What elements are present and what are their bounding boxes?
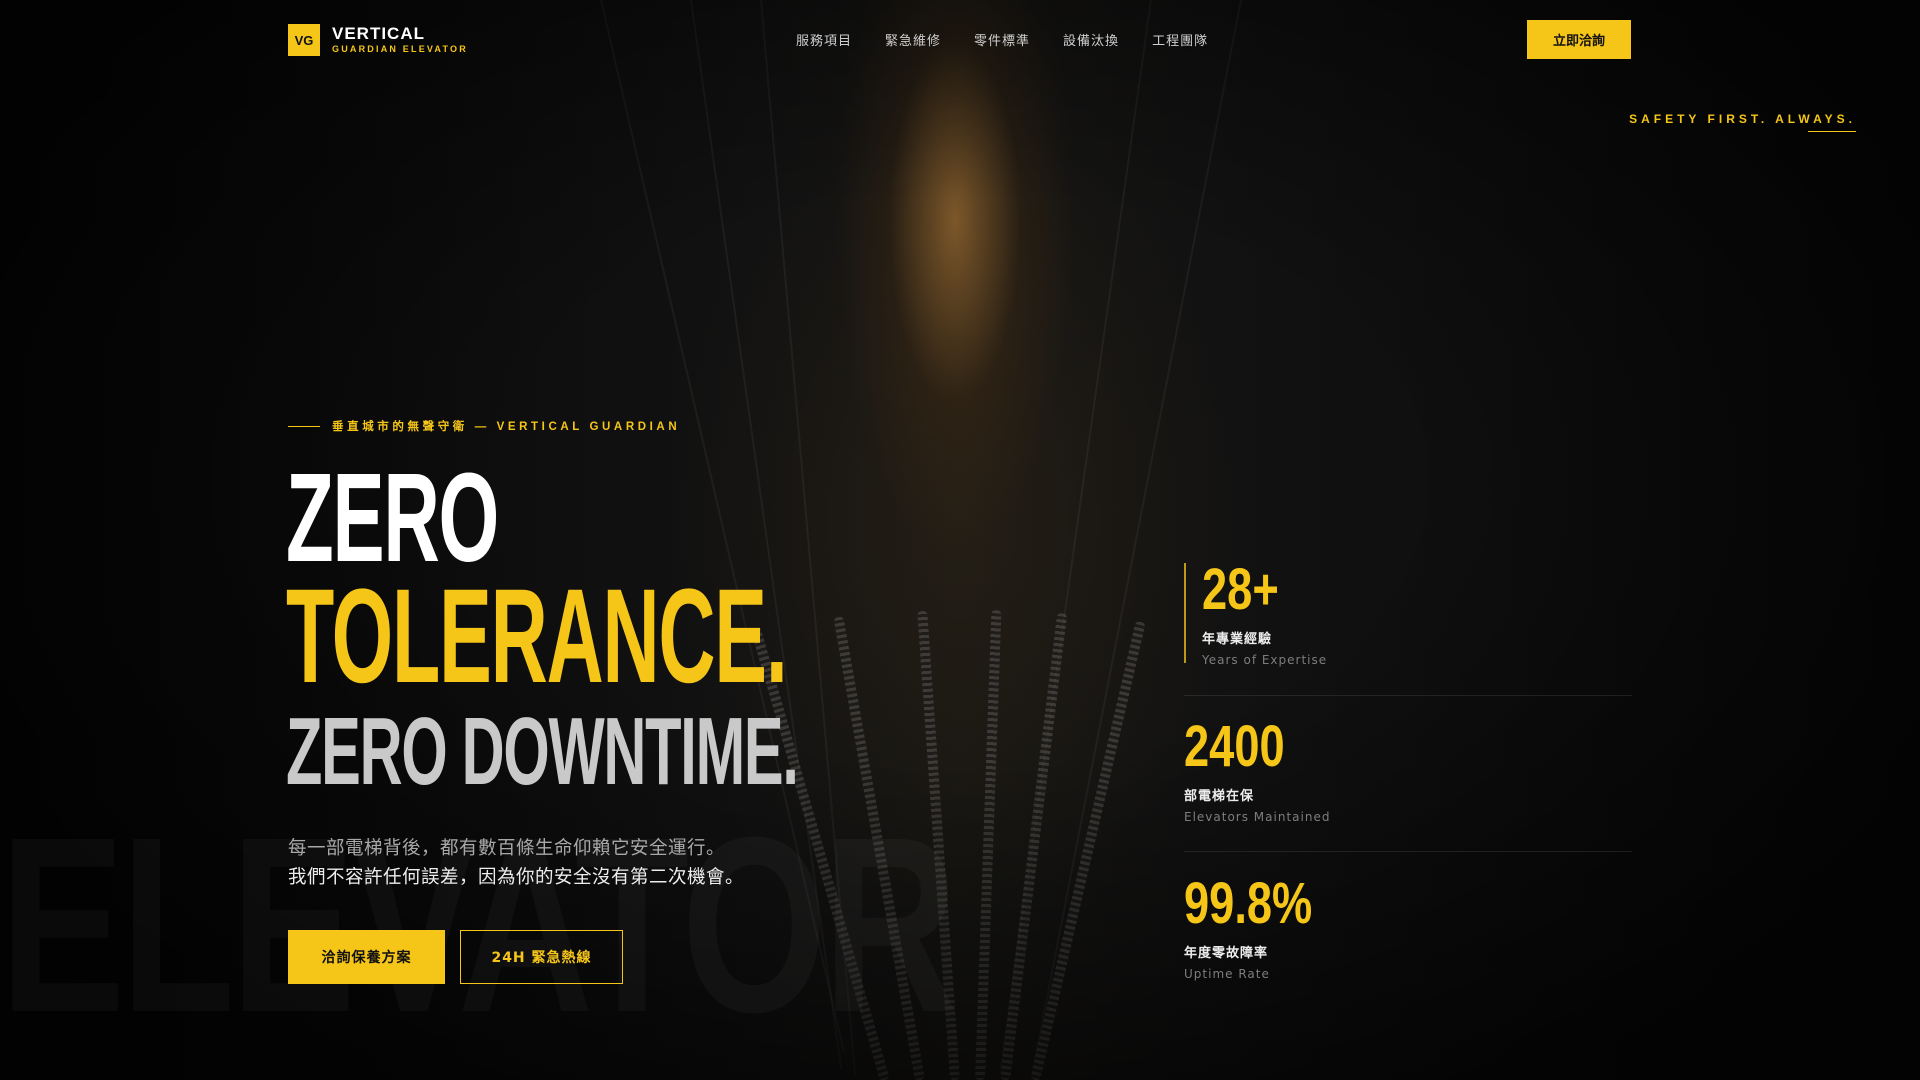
logo-badge: VG — [288, 24, 320, 56]
headline-line-2: TOLERANCE. — [286, 562, 788, 711]
brand-logo[interactable]: VG VERTICAL GUARDIAN ELEVATOR — [288, 24, 468, 56]
stat-uptime: 99.8% 年度零故障率 Uptime Rate — [1184, 871, 1632, 982]
stat-label-en: Years of Expertise — [1202, 653, 1328, 667]
stat-accent-bar — [1184, 563, 1186, 663]
tagline-underline — [1808, 131, 1856, 132]
description-line-1: 每一部電梯背後，都有數百條生命仰賴它安全運行。 — [288, 838, 726, 859]
main-nav: 服務項目 緊急維修 零件標準 設備汰換 工程團隊 — [796, 30, 1208, 49]
stat-label-en: Uptime Rate — [1184, 967, 1270, 981]
stat-label-zh: 部電梯在保 — [1184, 789, 1255, 804]
nav-item-parts-standards[interactable]: 零件標準 — [974, 30, 1030, 49]
stat-label-zh: 年度零故障率 — [1184, 946, 1269, 961]
tagline: SAFETY FIRST. ALWAYS. — [1629, 112, 1856, 126]
stat-label-zh: 年專業經驗 — [1202, 632, 1273, 647]
nav-item-emergency-repair[interactable]: 緊急維修 — [885, 30, 941, 49]
stat-value: 28+ — [1202, 557, 1279, 622]
nav-item-engineering-team[interactable]: 工程團隊 — [1152, 30, 1208, 49]
hero-description: 每一部電梯背後，都有數百條生命仰賴它安全運行。 我們不容許任何誤差，因為你的安全… — [288, 834, 744, 892]
stat-elevators: 2400 部電梯在保 Elevators Maintained — [1184, 714, 1632, 825]
description-line-2: 我們不容許任何誤差，因為你的安全沒有第二次機會。 — [288, 867, 745, 888]
stat-divider — [1184, 695, 1632, 696]
logo-title: VERTICAL — [332, 24, 425, 43]
nav-item-services[interactable]: 服務項目 — [796, 30, 852, 49]
nav-item-equipment-replacement[interactable]: 設備汰換 — [1063, 30, 1119, 49]
stat-label-en: Elevators Maintained — [1184, 810, 1331, 824]
stat-years: 28+ 年專業經驗 Years of Expertise — [1202, 557, 1650, 668]
hero-eyebrow: 垂直城市的無聲守衛 — VERTICAL GUARDIAN — [288, 418, 680, 434]
logo-subtitle: GUARDIAN ELEVATOR — [332, 44, 468, 54]
emergency-hotline-button[interactable]: 24H 緊急熱線 — [460, 930, 623, 984]
eyebrow-line — [288, 425, 320, 427]
contact-now-button[interactable]: 立即洽詢 — [1527, 20, 1631, 59]
stat-value: 2400 — [1184, 714, 1285, 779]
maintenance-plan-button[interactable]: 洽詢保養方案 — [288, 930, 445, 984]
stat-divider — [1184, 851, 1632, 852]
eyebrow-text: 垂直城市的無聲守衛 — VERTICAL GUARDIAN — [332, 421, 681, 433]
stat-value: 99.8% — [1184, 871, 1313, 936]
headline-line-3: ZERO DOWNTIME. — [286, 698, 799, 805]
